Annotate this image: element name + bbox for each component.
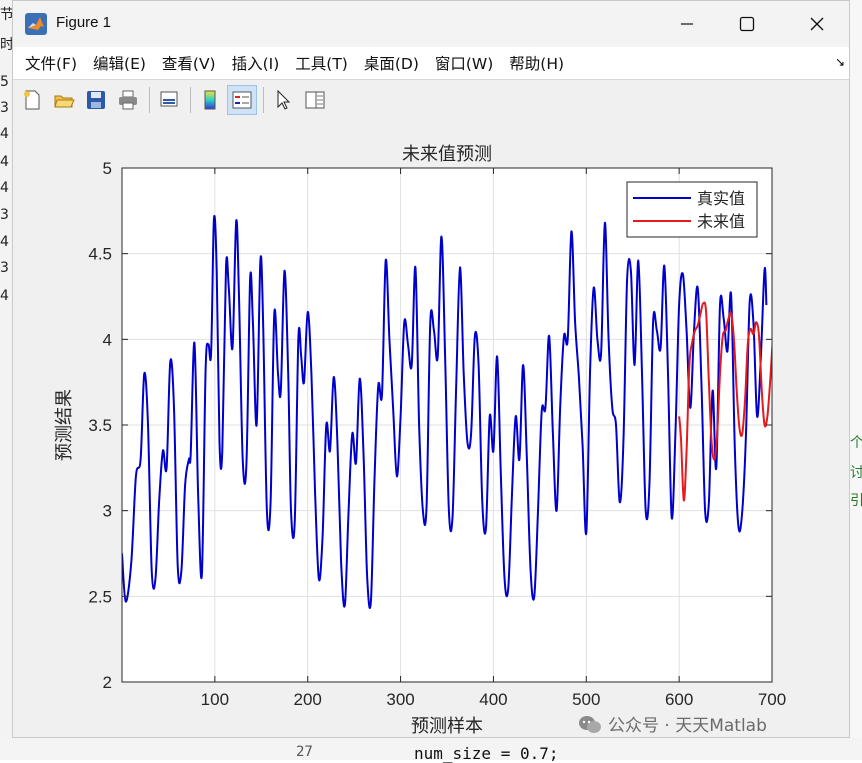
figure-window: Figure 1 文件(F) 编辑(E) 查看(V) 插入(I) 工具(T) 桌… [12, 0, 850, 738]
print-button[interactable] [113, 85, 143, 115]
window-title: Figure 1 [56, 14, 112, 31]
menu-bar: 文件(F) 编辑(E) 查看(V) 插入(I) 工具(T) 桌面(D) 窗口(W… [13, 47, 849, 79]
y-tick-label: 4.5 [88, 245, 112, 264]
x-tick-label: 400 [479, 690, 507, 709]
menu-edit[interactable]: 编辑(E) [85, 52, 154, 74]
toolbar-separator [149, 87, 150, 113]
bg-char: 引 [850, 493, 862, 509]
close-button[interactable] [785, 1, 849, 47]
bg-code-line: num_size = 0.7; [414, 744, 559, 763]
bg-char: 3 [0, 207, 9, 223]
x-tick-label: 600 [665, 690, 693, 709]
x-tick-label: 500 [572, 690, 600, 709]
minimize-button[interactable] [655, 1, 719, 47]
bg-char: 5 [0, 74, 9, 90]
toolbar-separator [263, 87, 264, 113]
bg-char: 个 [850, 435, 862, 451]
y-tick-label: 3.5 [88, 416, 112, 435]
open-file-button[interactable] [49, 85, 79, 115]
y-tick-label: 4 [103, 330, 112, 349]
property-inspector-icon [305, 91, 325, 109]
print-icon [119, 90, 137, 110]
link-plot-button[interactable] [154, 85, 184, 115]
maximize-button[interactable] [715, 1, 779, 47]
save-button[interactable] [81, 85, 111, 115]
toolbar-separator [190, 87, 191, 113]
new-figure-button[interactable] [17, 85, 47, 115]
bg-char: 3 [0, 100, 9, 116]
menu-window[interactable]: 窗口(W) [427, 52, 501, 74]
colorbar-icon [204, 90, 216, 110]
menu-help[interactable]: 帮助(H) [501, 52, 572, 74]
matlab-app-icon [25, 13, 47, 35]
new-figure-icon [24, 90, 40, 110]
legend-label-real: 真实值 [697, 189, 745, 208]
watermark: 公众号 · 天天Matlab [578, 711, 767, 736]
bg-char: 4 [0, 154, 9, 170]
bg-char: 4 [0, 180, 9, 196]
insert-colorbar-button[interactable] [195, 85, 225, 115]
pointer-icon [277, 89, 291, 110]
figure-toolbar [13, 79, 849, 120]
minimize-icon [681, 23, 693, 25]
y-axis-label: 预测结果 [54, 389, 75, 461]
close-icon [810, 17, 824, 31]
link-plot-icon [160, 91, 178, 107]
x-axis-label: 预测样本 [411, 716, 483, 737]
bg-char: 3 [0, 260, 9, 276]
menu-tools[interactable]: 工具(T) [287, 52, 356, 74]
chart-title: 未来值预测 [402, 144, 492, 165]
maximize-icon [739, 16, 755, 32]
bg-line-number: 27 [296, 744, 313, 760]
wechat-icon [579, 715, 601, 733]
legend-icon [232, 91, 252, 109]
bg-char: 4 [0, 234, 9, 250]
x-tick-label: 300 [386, 690, 414, 709]
property-inspector-button[interactable] [300, 85, 330, 115]
y-tick-label: 2.5 [88, 587, 112, 606]
line-chart[interactable]: 100 200 300 400 500 600 70022.533.544.55 未来值预测… [13, 120, 849, 737]
title-bar[interactable]: Figure 1 [13, 1, 849, 47]
legend-label-future: 未来值 [697, 212, 745, 231]
x-tick-label: 100 [201, 690, 229, 709]
save-icon [87, 91, 105, 109]
menu-desktop[interactable]: 桌面(D) [356, 52, 427, 74]
background-right-panel: 个 讨 引 [850, 0, 862, 760]
insert-legend-button[interactable] [227, 85, 257, 115]
watermark-text: 公众号 · 天天Matlab [608, 716, 767, 736]
background-left-panel: 节 时 5 3 4 4 4 3 4 3 4 [0, 0, 14, 760]
y-tick-label: 2 [103, 673, 112, 692]
y-tick-label: 5 [103, 159, 112, 178]
bg-char: 4 [0, 288, 9, 304]
y-tick-label: 3 [103, 502, 112, 521]
edit-plot-button[interactable] [268, 85, 298, 115]
legend[interactable]: 真实值 未来值 [626, 181, 758, 238]
bg-char: 讨 [850, 465, 862, 481]
dock-arrow-icon[interactable]: ↘ [835, 55, 845, 69]
x-tick-label: 700 [758, 690, 786, 709]
x-tick-label: 200 [294, 690, 322, 709]
figure-canvas: 100 200 300 400 500 600 700 2 2.5 3 3.5 4 4.5 5 未来值预测… [13, 120, 849, 737]
menu-file[interactable]: 文件(F) [17, 52, 85, 74]
menu-view[interactable]: 查看(V) [154, 52, 224, 74]
bg-char: 4 [0, 126, 9, 142]
menu-insert[interactable]: 插入(I) [224, 52, 288, 74]
open-file-icon [54, 95, 75, 108]
